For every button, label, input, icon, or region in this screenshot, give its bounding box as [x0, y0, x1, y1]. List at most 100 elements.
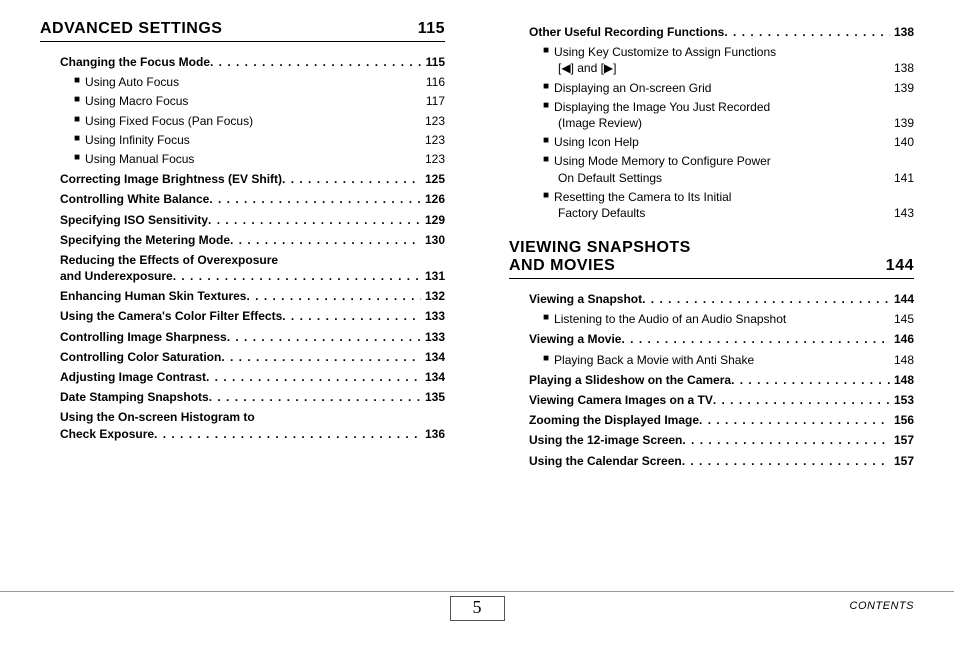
toc-page: 139	[894, 115, 914, 131]
toc-page: 144	[890, 291, 914, 307]
toc-dots: . . . . . . . . . . . . . . . . . . . . …	[724, 24, 890, 40]
toc-title: Correcting Image Brightness (EV Shift)	[60, 171, 282, 187]
toc-entry: Enhancing Human Skin Textures . . . . . …	[60, 288, 445, 304]
toc-page: 157	[890, 432, 914, 448]
toc-page: 146	[890, 331, 914, 347]
heading-page: 115	[418, 20, 445, 38]
toc-title: Displaying the Image You Just Recorded	[554, 99, 914, 115]
bullet-icon: ■	[74, 113, 80, 129]
toc-subentry: ■Using Icon Help140	[543, 134, 914, 150]
toc-entry: Specifying ISO Sensitivity . . . . . . .…	[60, 212, 445, 228]
bullet-icon: ■	[543, 189, 549, 205]
toc-dots: . . . . . . . . . . . . . . . . . . . . …	[642, 291, 890, 307]
toc-title2: Factory Defaults	[558, 205, 894, 221]
toc-subentry: ■ Displaying an On-screen Grid139	[543, 80, 914, 96]
bullet-icon: ■	[74, 151, 80, 167]
toc-title2: and Underexposure	[60, 268, 173, 284]
toc-subentry: ■Using Fixed Focus (Pan Focus)123	[74, 113, 445, 129]
toc-title: Adjusting Image Contrast	[60, 369, 206, 385]
toc-list-right-bottom: Viewing a Snapshot . . . . . . . . . . .…	[509, 291, 914, 469]
toc-subentry: ■Using Key Customize to Assign Functions…	[543, 44, 914, 76]
toc-page: 157	[890, 453, 914, 469]
toc-dots: . . . . . . . . . . . . . . . . . . . . …	[221, 349, 421, 365]
toc-dots: . . . . . . . . . . . . . . . . . . . . …	[173, 268, 421, 284]
toc-entry: Correcting Image Brightness (EV Shift) .…	[60, 171, 445, 187]
page-number-box: 5	[450, 596, 505, 621]
toc-dots: . . . . . . . . . . . . . . . . . . . . …	[282, 171, 421, 187]
toc-title: Zooming the Displayed Image	[529, 412, 699, 428]
toc-page: 125	[421, 171, 445, 187]
toc-dots: . . . . . . . . . . . . . . . . . . . . …	[209, 191, 421, 207]
toc-entry: Viewing Camera Images on a TV . . . . . …	[529, 392, 914, 408]
bullet-icon: ■	[74, 132, 80, 148]
toc-title: Using the Calendar Screen	[529, 453, 682, 469]
toc-title: Enhancing Human Skin Textures	[60, 288, 246, 304]
toc-page: 135	[421, 389, 445, 405]
toc-title: Using Icon Help	[554, 134, 894, 150]
toc-title2: (Image Review)	[558, 115, 894, 131]
bullet-icon: ■	[543, 80, 549, 96]
toc-title: Reducing the Effects of Overexposure	[60, 252, 445, 268]
toc-title: Using Macro Focus	[85, 93, 426, 109]
toc-page: 116	[426, 74, 445, 90]
toc-page: 148	[894, 352, 914, 368]
toc-title: Listening to the Audio of an Audio Snaps…	[554, 311, 894, 327]
toc-title: Date Stamping Snapshots	[60, 389, 209, 405]
bullet-icon: ■	[74, 93, 80, 109]
toc-title2: On Default Settings	[558, 170, 894, 186]
toc-title: Using Manual Focus	[85, 151, 425, 167]
toc-subentry: ■Using Infinity Focus123	[74, 132, 445, 148]
toc-dots: . . . . . . . . . . . . . . . . . . . . …	[682, 432, 890, 448]
page-body: ADVANCED SETTINGS 115 Changing the Focus…	[0, 0, 954, 600]
toc-title: Controlling Color Saturation	[60, 349, 221, 365]
toc-title: Using Fixed Focus (Pan Focus)	[85, 113, 425, 129]
toc-dots: . . . . . . . . . . . . . . . . . . . . …	[154, 426, 421, 442]
toc-dots: . . . . . . . . . . . . . . . . . . . . …	[246, 288, 420, 304]
toc-entry: Other Useful Recording Functions . . . .…	[529, 24, 914, 40]
toc-title: Using Key Customize to Assign Functions	[554, 44, 914, 60]
toc-title: Using the 12-image Screen	[529, 432, 682, 448]
toc-title: Viewing a Movie	[529, 331, 621, 347]
toc-entry: Using the On-screen Histogram toCheck Ex…	[60, 409, 445, 441]
toc-page: 123	[425, 151, 445, 167]
toc-title: Displaying an On-screen Grid	[554, 80, 894, 96]
toc-page: 131	[421, 268, 445, 284]
toc-entry: Reducing the Effects of Overexposureand …	[60, 252, 445, 284]
toc-page: 145	[894, 311, 914, 327]
toc-page: 130	[421, 232, 445, 248]
toc-page: 138	[890, 24, 914, 40]
heading-title: ADVANCED SETTINGS	[40, 20, 222, 38]
toc-subentry: ■Listening to the Audio of an Audio Snap…	[543, 311, 914, 327]
toc-subentry: ■ Using Macro Focus117	[74, 93, 445, 109]
heading-page: 144	[886, 257, 914, 275]
toc-page: 133	[421, 308, 445, 324]
toc-page: 138	[894, 60, 914, 76]
left-column: ADVANCED SETTINGS 115 Changing the Focus…	[40, 20, 445, 600]
toc-entry: Adjusting Image Contrast . . . . . . . .…	[60, 369, 445, 385]
toc-title2: Check Exposure	[60, 426, 154, 442]
toc-entry: Controlling Color Saturation . . . . . .…	[60, 349, 445, 365]
toc-page: 139	[894, 80, 914, 96]
bullet-icon: ■	[543, 153, 549, 169]
toc-dots: . . . . . . . . . . . . . . . . . . . . …	[227, 329, 421, 345]
toc-subentry: ■Using Mode Memory to Configure PowerOn …	[543, 153, 914, 185]
toc-dots: . . . . . . . . . . . . . . . . . . . . …	[209, 389, 421, 405]
toc-title: Resetting the Camera to Its Initial	[554, 189, 914, 205]
toc-page: 140	[894, 134, 914, 150]
toc-list-left: Changing the Focus Mode . . . . . . . . …	[40, 54, 445, 442]
toc-title: Specifying ISO Sensitivity	[60, 212, 208, 228]
toc-title: Using the Camera's Color Filter Effects	[60, 308, 282, 324]
toc-title: Using Infinity Focus	[85, 132, 425, 148]
toc-subentry: ■ Resetting the Camera to Its InitialFact…	[543, 189, 914, 221]
toc-dots: . . . . . . . . . . . . . . . . . . . . …	[230, 232, 421, 248]
toc-page: 117	[426, 93, 445, 109]
toc-title: Controlling Image Sharpness	[60, 329, 227, 345]
toc-page: 132	[421, 288, 445, 304]
toc-page: 115	[422, 54, 445, 70]
toc-title: Changing the Focus Mode	[60, 54, 210, 70]
toc-page: 148	[890, 372, 914, 388]
section-heading-viewing: VIEWING SNAPSHOTS AND MOVIES 144	[509, 239, 914, 279]
toc-title: Controlling White Balance	[60, 191, 209, 207]
toc-entry: Using the Calendar Screen . . . . . . . …	[529, 453, 914, 469]
toc-title: Other Useful Recording Functions	[529, 24, 724, 40]
